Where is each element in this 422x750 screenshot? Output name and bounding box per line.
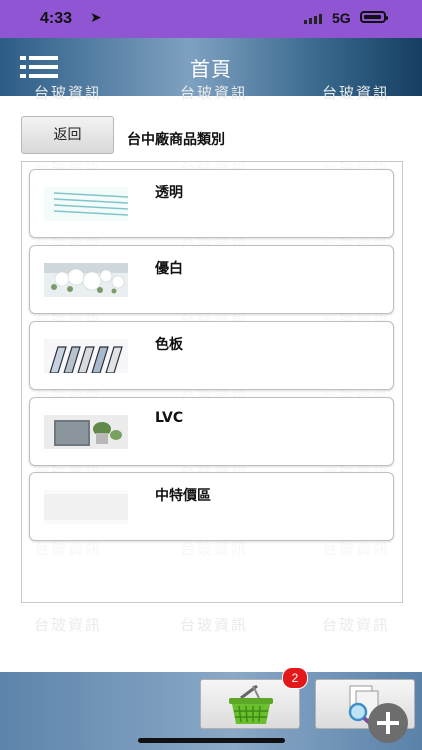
category-item-clear[interactable]: 透明 (29, 169, 394, 238)
category-label: 色板 (155, 337, 183, 353)
watermark-text: 台玻資訊 (34, 616, 103, 634)
page-title: 首頁 (190, 57, 232, 81)
category-item-ultra-white[interactable]: 優白 (29, 245, 394, 314)
signal-icon (304, 14, 326, 24)
white-flower-thumbnail (44, 263, 128, 297)
watermark-text: 台玻資訊 (322, 84, 391, 102)
cart-count-badge: 2 (282, 667, 308, 689)
location-arrow-icon: ➤ (90, 10, 102, 26)
home-indicator (138, 738, 285, 743)
category-item-special-price[interactable]: 中特價區 (29, 472, 394, 541)
category-label: LVC (155, 410, 184, 426)
lvc-glass-thumbnail (44, 415, 128, 449)
network-type: 5G (332, 10, 351, 26)
category-label: 透明 (155, 185, 183, 201)
special-price-thumbnail (44, 490, 128, 524)
watermark-text: 台玻資訊 (34, 84, 103, 102)
breadcrumb: 台中廠商品類別 (127, 132, 225, 148)
category-label: 優白 (155, 261, 183, 277)
add-fab-button[interactable] (368, 703, 408, 743)
category-item-color-panel[interactable]: 色板 (29, 321, 394, 390)
colored-panels-thumbnail (44, 339, 128, 373)
battery-icon (360, 11, 388, 23)
clear-glass-thumbnail (44, 187, 128, 221)
category-item-lvc[interactable]: LVC (29, 397, 394, 466)
watermark-text: 台玻資訊 (322, 616, 391, 634)
status-time: 4:33 (40, 10, 73, 27)
status-bar: 4:33 ➤ 5G (0, 0, 422, 38)
back-button[interactable]: 返回 (21, 116, 114, 154)
watermark-text: 台玻資訊 (180, 616, 249, 634)
category-label: 中特價區 (155, 488, 211, 504)
watermark-text: 台玻資訊 (180, 84, 249, 102)
